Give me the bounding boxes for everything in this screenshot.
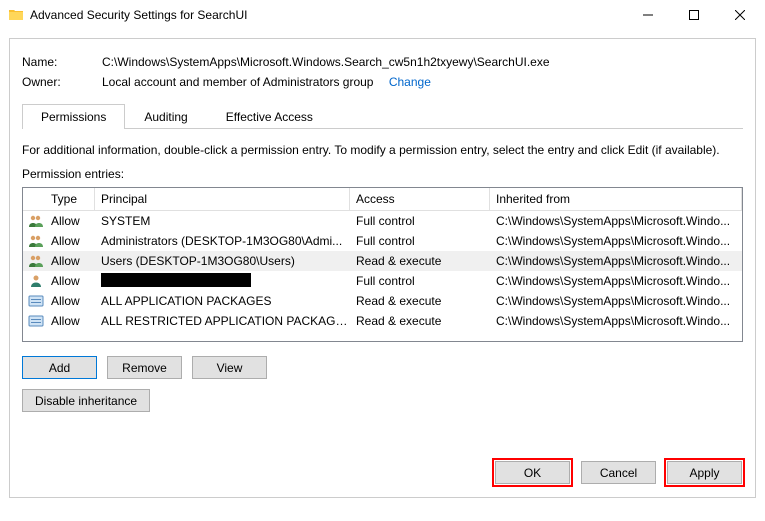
name-label: Name: [22, 55, 102, 69]
minimize-button[interactable] [625, 0, 671, 30]
cell-access: Full control [352, 213, 492, 229]
cell-access: Full control [352, 233, 492, 249]
maximize-button[interactable] [671, 0, 717, 30]
cell-principal: ALL RESTRICTED APPLICATION PACKAGES [97, 313, 352, 329]
cell-type: Allow [47, 253, 97, 269]
tab-effective-access[interactable]: Effective Access [207, 104, 332, 129]
cell-type: Allow [47, 313, 97, 329]
header-inherited[interactable]: Inherited from [490, 188, 742, 210]
tab-strip: Permissions Auditing Effective Access [22, 103, 743, 129]
apply-button[interactable]: Apply [667, 461, 742, 484]
cell-type: Allow [47, 233, 97, 249]
permission-table[interactable]: Type Principal Access Inherited from All… [22, 187, 743, 342]
cell-inherited: C:\Windows\SystemApps\Microsoft.Windo... [492, 273, 740, 289]
cell-access: Full control [352, 273, 492, 289]
principal-icon [28, 274, 44, 288]
table-row[interactable]: AllowSYSTEMFull controlC:\Windows\System… [23, 211, 742, 231]
table-row[interactable]: AllowALL RESTRICTED APPLICATION PACKAGES… [23, 311, 742, 331]
cell-type: Allow [47, 213, 97, 229]
principal-icon [28, 254, 44, 268]
tab-permissions[interactable]: Permissions [22, 104, 125, 129]
close-button[interactable] [717, 0, 763, 30]
cell-principal: ALL APPLICATION PACKAGES [97, 293, 352, 309]
redacted-principal [101, 273, 251, 287]
highlight-ok: OK [492, 458, 573, 487]
entries-label: Permission entries: [22, 167, 743, 181]
table-header: Type Principal Access Inherited from [23, 188, 742, 211]
cell-access: Read & execute [352, 253, 492, 269]
remove-button[interactable]: Remove [107, 356, 182, 379]
cell-inherited: C:\Windows\SystemApps\Microsoft.Windo... [492, 233, 740, 249]
cell-inherited: C:\Windows\SystemApps\Microsoft.Windo... [492, 313, 740, 329]
disable-inheritance-button[interactable]: Disable inheritance [22, 389, 150, 412]
cell-access: Read & execute [352, 293, 492, 309]
table-row[interactable]: AllowAdministrators (DESKTOP-1M3OG80\Adm… [23, 231, 742, 251]
cancel-button[interactable]: Cancel [581, 461, 656, 484]
principal-icon [28, 234, 44, 248]
dialog-content: Name: C:\Windows\SystemApps\Microsoft.Wi… [9, 38, 756, 498]
cell-principal: SYSTEM [97, 213, 352, 229]
cell-principal [97, 272, 352, 291]
table-row[interactable]: Allow Full controlC:\Windows\SystemApps\M… [23, 271, 742, 291]
tab-auditing[interactable]: Auditing [125, 104, 206, 129]
highlight-apply: Apply [664, 458, 745, 487]
owner-label: Owner: [22, 75, 102, 89]
name-value: C:\Windows\SystemApps\Microsoft.Windows.… [102, 55, 743, 69]
cell-access: Read & execute [352, 313, 492, 329]
owner-value: Local account and member of Administrato… [102, 75, 743, 89]
principal-icon [28, 214, 44, 228]
cell-inherited: C:\Windows\SystemApps\Microsoft.Windo... [492, 253, 740, 269]
header-access[interactable]: Access [350, 188, 490, 210]
header-principal[interactable]: Principal [95, 188, 350, 210]
folder-icon [8, 7, 24, 23]
cell-type: Allow [47, 273, 97, 289]
cell-principal: Users (DESKTOP-1M3OG80\Users) [97, 253, 352, 269]
cell-type: Allow [47, 293, 97, 309]
view-button[interactable]: View [192, 356, 267, 379]
cell-principal: Administrators (DESKTOP-1M3OG80\Admi... [97, 233, 352, 249]
change-owner-link[interactable]: Change [389, 75, 431, 89]
cell-inherited: C:\Windows\SystemApps\Microsoft.Windo... [492, 213, 740, 229]
table-row[interactable]: AllowALL APPLICATION PACKAGESRead & exec… [23, 291, 742, 311]
ok-button[interactable]: OK [495, 461, 570, 484]
cell-inherited: C:\Windows\SystemApps\Microsoft.Windo... [492, 293, 740, 309]
window-title: Advanced Security Settings for SearchUI [30, 8, 625, 22]
principal-icon [28, 294, 44, 308]
info-text: For additional information, double-click… [22, 143, 743, 157]
principal-icon [28, 314, 44, 328]
titlebar: Advanced Security Settings for SearchUI [0, 0, 765, 30]
header-type[interactable]: Type [45, 188, 95, 210]
add-button[interactable]: Add [22, 356, 97, 379]
table-row[interactable]: AllowUsers (DESKTOP-1M3OG80\Users)Read &… [23, 251, 742, 271]
